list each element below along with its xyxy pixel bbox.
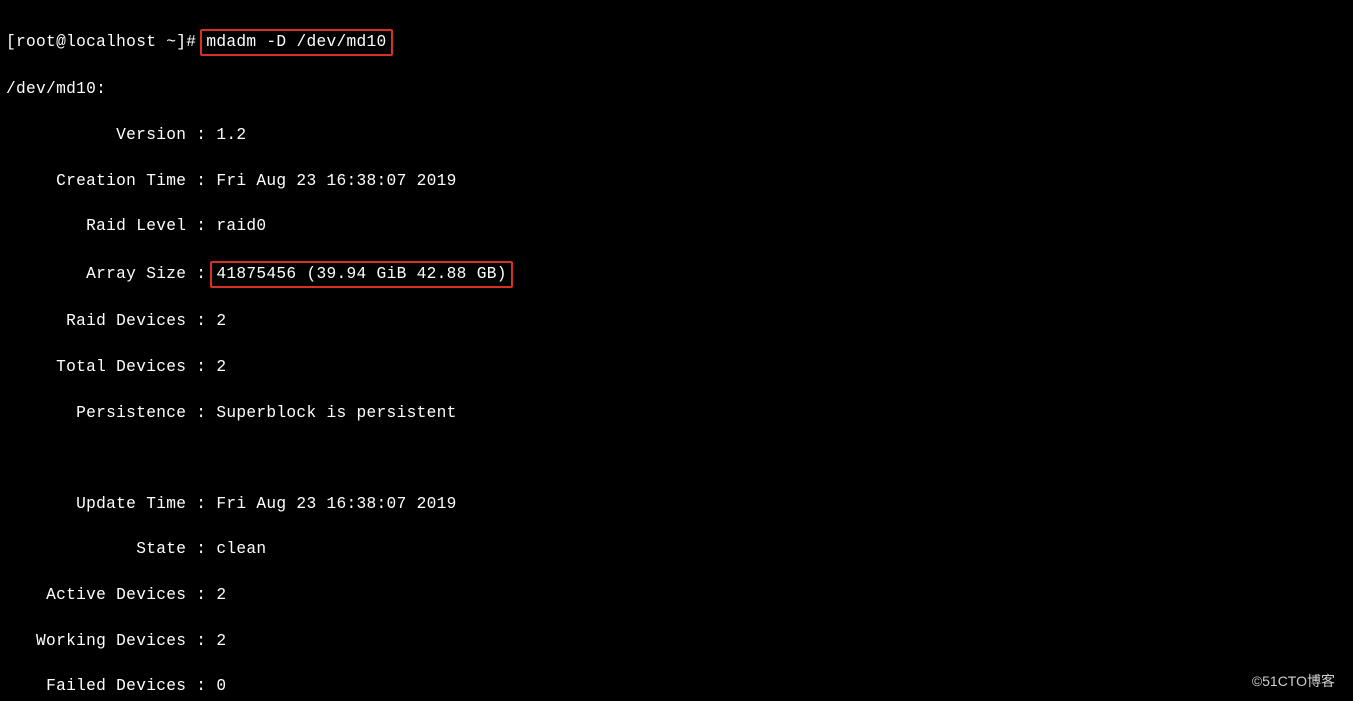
- prompt-path: ~: [166, 33, 176, 51]
- field-raid-level: Raid Level : raid0: [6, 215, 1353, 238]
- prompt-line[interactable]: [root@localhost ~]# mdadm -D /dev/md10: [6, 29, 1353, 56]
- command-text: mdadm -D /dev/md10: [206, 33, 386, 51]
- field-active-devices: Active Devices : 2: [6, 584, 1353, 607]
- highlight-array-size: 41875456 (39.94 GiB 42.88 GB): [210, 261, 512, 288]
- field-total-devices: Total Devices : 2: [6, 356, 1353, 379]
- prompt-host: localhost: [66, 33, 156, 51]
- field-raid-devices: Raid Devices : 2: [6, 310, 1353, 333]
- prompt-symbol: #: [186, 33, 196, 51]
- terminal-output: [root@localhost ~]# mdadm -D /dev/md10 /…: [0, 0, 1353, 701]
- prompt-user: root: [16, 33, 56, 51]
- device-header-line: /dev/md10:: [6, 78, 1353, 101]
- field-working-devices: Working Devices : 2: [6, 630, 1353, 653]
- field-failed-devices: Failed Devices : 0: [6, 675, 1353, 698]
- field-version: Version : 1.2: [6, 124, 1353, 147]
- field-update-time: Update Time : Fri Aug 23 16:38:07 2019: [6, 493, 1353, 516]
- highlight-command: mdadm -D /dev/md10: [200, 29, 392, 56]
- field-persistence: Persistence : Superblock is persistent: [6, 402, 1353, 425]
- field-state: State : clean: [6, 538, 1353, 561]
- field-creation-time: Creation Time : Fri Aug 23 16:38:07 2019: [6, 170, 1353, 193]
- field-array-size: Array Size : 41875456 (39.94 GiB 42.88 G…: [6, 261, 1353, 288]
- watermark-text: ©51CTO博客: [1252, 671, 1335, 691]
